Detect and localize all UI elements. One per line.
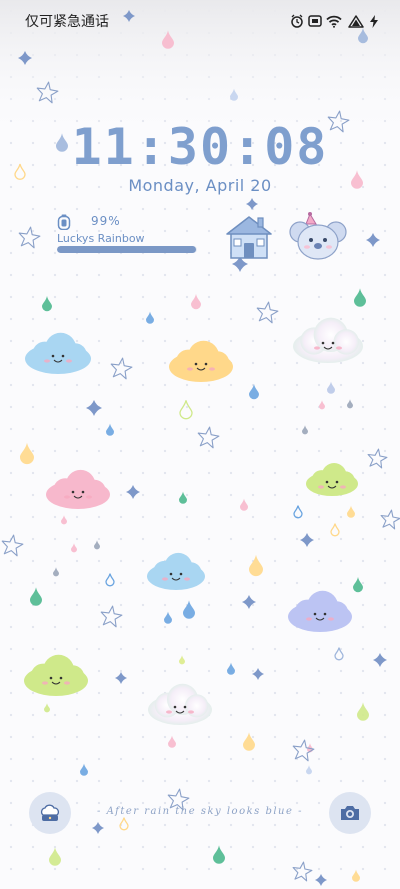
camera-shortcut-button[interactable] [329,792,371,834]
koala-icon [289,212,347,260]
raindrop [94,540,100,550]
raindrop [53,567,59,577]
raindrop [352,869,360,882]
raindrop [42,296,52,312]
raindrop [354,288,366,307]
sparkle-star [252,668,264,680]
wifi-icon [326,15,342,28]
outline-star [100,605,123,628]
sparkle-star [300,533,314,547]
alarm-icon [291,14,303,28]
raindrop [71,543,77,553]
raindrop [347,399,353,409]
raindrop [319,400,325,410]
raindrop [347,505,355,518]
raindrop [334,647,344,661]
outline-star [292,739,315,762]
smiling-cloud [288,590,352,632]
raindrop [191,294,201,310]
sparkle-star [92,822,104,834]
raindrop [183,600,195,619]
raindrop [30,587,42,606]
raindrop [179,655,185,665]
outline-star [256,301,279,324]
battery-icon [348,14,364,28]
outline-star [292,861,313,882]
smiling-cloud [306,463,358,496]
sparkle-star [115,672,127,684]
raindrop [164,611,172,624]
lock-date: Monday, April 20 [128,176,272,195]
sparkle-star [366,233,380,247]
outline-star [1,534,24,557]
raindrop [80,763,88,776]
battery-widget-icon [57,214,71,230]
smiling-cloud [25,332,91,374]
raindrop [353,577,363,593]
sparkle-star [315,874,327,886]
raindrop [61,515,67,525]
raindrop [243,732,255,751]
camera-icon [341,806,359,820]
sparkle-star [373,653,387,667]
sparkle-star [242,595,256,609]
status-icons [290,14,378,28]
outline-star [110,357,133,380]
outline-star [367,448,388,469]
battery-widget: 99% Luckys Rainbow [55,212,200,256]
outline-star [197,426,220,449]
raindrop [20,442,34,465]
lock-clock: 11:30:08 [71,118,329,176]
raindrop [49,847,61,866]
raindrop [227,662,235,675]
smiling-cloud [148,683,212,725]
sparkle-star [126,485,140,499]
carrier-text: 仅可紧急通话 [25,14,109,30]
smiling-cloud [293,317,363,363]
smiling-cloud [169,340,233,382]
raindrop [106,423,114,436]
raindrop [306,765,312,775]
raindrop [240,498,248,511]
smiling-cloud [46,469,110,509]
battery-progress-bar [57,246,197,253]
house-icon [226,216,272,259]
raindrop [119,817,129,831]
raindrop [327,381,335,394]
battery-progress-fill [57,246,196,253]
raindrop [293,505,303,519]
battery-widget-name: Luckys Rainbow [57,232,145,245]
raindrop [302,425,308,435]
outline-star [380,509,400,530]
smiling-cloud [24,654,88,696]
raindrop [44,703,50,713]
sparkle-star [86,400,102,416]
raindrop [213,845,225,864]
raindrop [357,702,369,721]
message-icon [308,15,322,27]
charging-bolt-icon [370,14,378,28]
battery-percent: 99% [91,214,121,228]
raindrop [249,384,259,400]
sparkle-star [246,198,258,210]
outline-star [18,226,41,249]
raindrop [330,523,340,537]
raindrop [146,311,154,324]
raindrop [179,400,193,420]
status-bar: 仅可紧急通话 [25,10,378,32]
raindrop [249,554,263,577]
raindrop [105,573,115,587]
smiling-cloud [147,552,205,590]
raindrop [179,491,187,504]
raindrop [168,735,176,748]
